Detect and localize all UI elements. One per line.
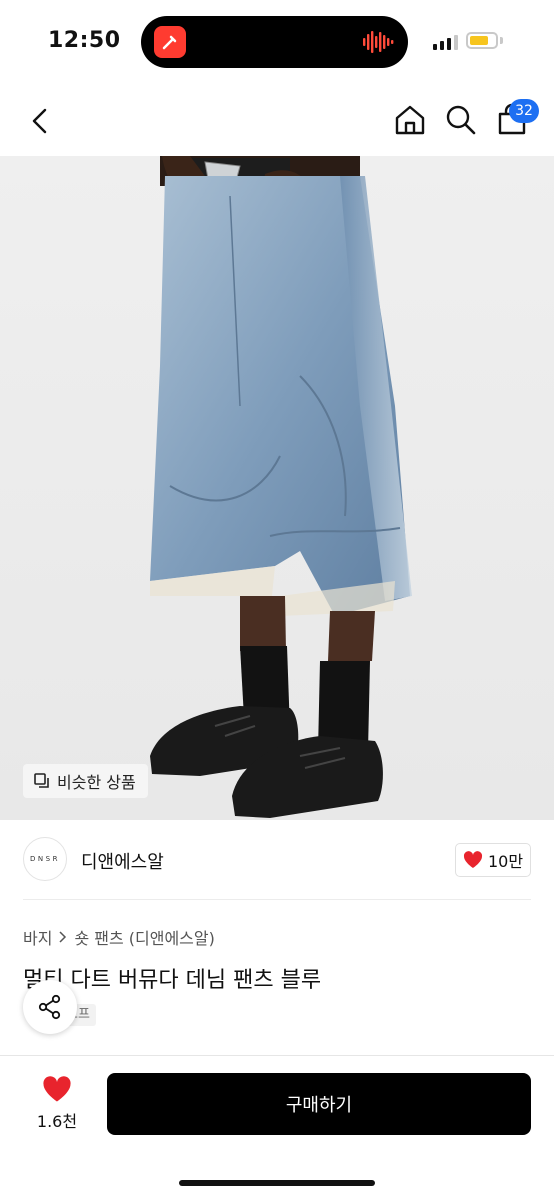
audio-wave-icon [363,31,394,53]
brand-like-count: 10만 [487,852,524,871]
home-indicator [179,1180,375,1186]
chevron-right-icon [59,931,67,943]
home-icon[interactable] [393,103,427,137]
status-time: 12:50 [48,28,121,53]
signal-icon [433,35,458,50]
dynamic-island[interactable] [141,16,408,68]
product-photo-illustration [150,156,412,818]
breadcrumb-subcategory[interactable]: 숏 팬츠 (디앤에스알) [74,925,214,949]
battery-cap [500,37,503,44]
heart-icon [463,851,483,868]
cart-count-badge: 32 [509,99,539,123]
top-nav-bar [0,86,554,156]
breadcrumb: 바지 숏 팬츠 (디앤에스알) [23,925,215,949]
battery-icon [466,32,498,49]
recorder-app-icon [154,26,186,58]
chevron-left-icon[interactable] [26,106,56,136]
wishlist-button[interactable]: 1.6천 [30,1076,84,1132]
breadcrumb-category[interactable]: 바지 [23,925,52,949]
brand-name[interactable]: 디앤에스알 [81,848,164,874]
status-bar: 12:50 [0,0,554,84]
copy-icon [34,773,49,788]
wishlist-count: 1.6천 [36,1112,78,1131]
divider [23,899,531,900]
brand-like-button[interactable]: 10만 [455,843,531,877]
heart-icon [43,1076,71,1102]
similar-products-button[interactable]: 비슷한 상품 [23,764,148,798]
share-button[interactable] [23,980,77,1034]
brand-logo[interactable]: DNSR [23,837,67,881]
buy-button[interactable]: 구매하기 [107,1073,531,1135]
share-icon [38,994,61,1020]
similar-products-label: 비슷한 상품 [57,773,136,792]
search-icon[interactable] [444,103,478,137]
product-image[interactable] [0,156,554,820]
